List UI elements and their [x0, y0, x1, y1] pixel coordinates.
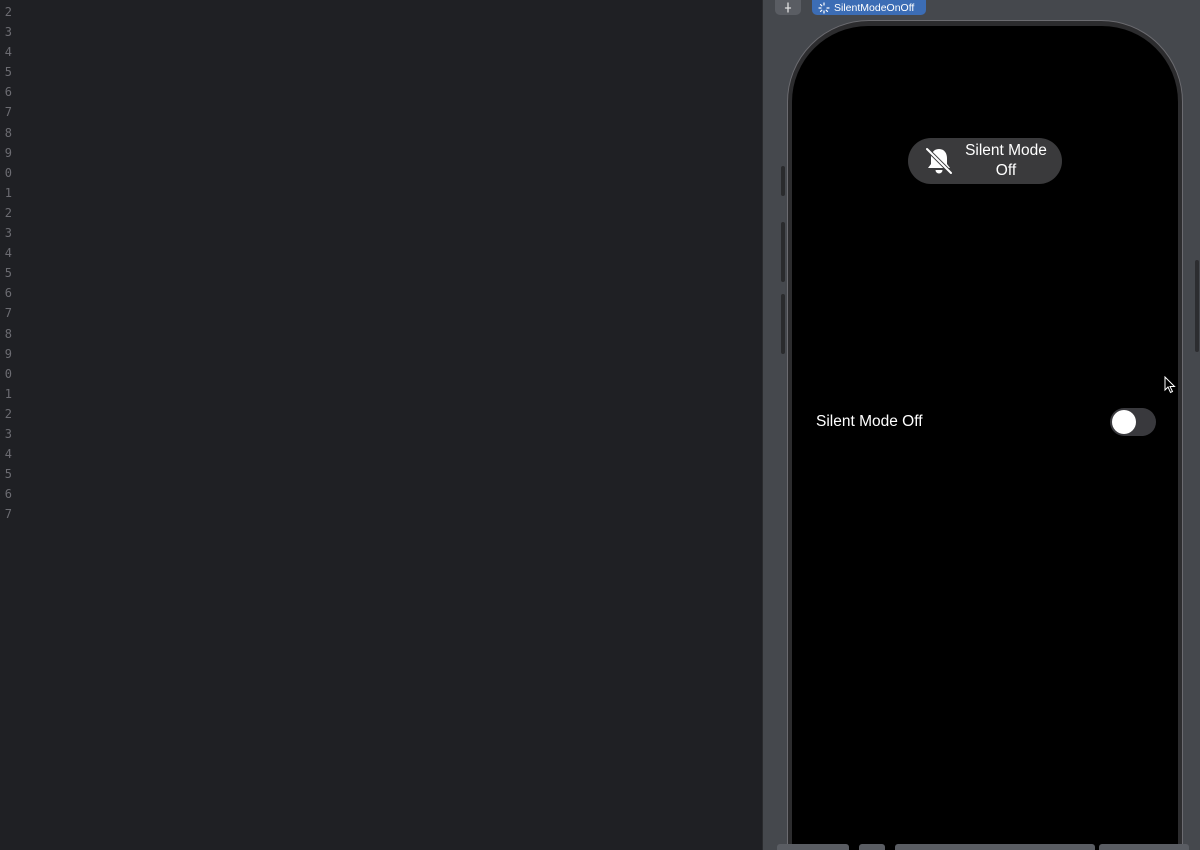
bell-slash-icon	[925, 147, 953, 175]
line-number: 6	[4, 85, 12, 100]
line-number: 2	[4, 5, 12, 19]
silent-mode-toggle[interactable]	[1110, 408, 1156, 436]
device-volume-down-button	[781, 294, 785, 354]
preview-tab-label: SilentModeOnOff	[834, 1, 915, 14]
line-number: 4	[4, 447, 12, 462]
line-number: 6	[4, 286, 12, 301]
line-number: 7	[4, 507, 12, 522]
line-number: 7	[4, 105, 12, 120]
silent-mode-toggle-label: Silent Mode Off	[816, 413, 923, 430]
line-number: 3	[4, 226, 12, 241]
line-number: 1	[4, 185, 12, 200]
silent-mode-pill: Silent Mode Off	[908, 138, 1062, 184]
line-number: 0	[4, 366, 12, 381]
preview-tab-silent-mode[interactable]: SilentModeOnOff	[812, 0, 926, 15]
device-action-button	[781, 166, 785, 196]
line-number: 3	[4, 25, 12, 40]
toolbar-button[interactable]	[895, 844, 1095, 850]
line-number: 3	[4, 426, 12, 441]
device-volume-up-button	[781, 222, 785, 282]
line-number: 8	[4, 125, 12, 140]
pill-text-line1: Silent Mode	[965, 142, 1047, 159]
line-number: 9	[4, 346, 12, 361]
line-number: 4	[4, 45, 12, 60]
line-number: 8	[4, 326, 12, 341]
line-number: 7	[4, 306, 12, 321]
device-screen: Silent Mode Off Silent Mode Off	[792, 26, 1178, 850]
line-number: 5	[4, 266, 12, 281]
line-number: 1	[4, 386, 12, 401]
line-number-gutter: 2 3 4 5 6 7 8 9 0 1 2 3 4 5 6 7 8 9 0 1 …	[0, 2, 12, 524]
line-number: 4	[4, 246, 12, 261]
preview-canvas: SilentModeOnOff Silent Mode Off Silent M…	[762, 0, 1200, 850]
toolbar-button[interactable]	[859, 844, 885, 850]
pill-text-line2: Off	[995, 162, 1017, 179]
pin-icon	[784, 2, 792, 13]
line-number: 5	[4, 65, 12, 80]
mouse-pointer-icon	[1164, 376, 1176, 394]
iphone-device-frame: Silent Mode Off Silent Mode Off	[787, 20, 1183, 850]
pin-preview-button[interactable]	[775, 0, 801, 15]
silent-mode-pill-text: Silent Mode Off	[960, 141, 1052, 181]
toolbar-button[interactable]	[1099, 844, 1189, 850]
toolbar-button[interactable]	[777, 844, 849, 850]
code-editor[interactable]: 2 3 4 5 6 7 8 9 0 1 2 3 4 5 6 7 8 9 0 1 …	[0, 0, 762, 850]
line-number: 6	[4, 487, 12, 502]
toggle-knob	[1112, 410, 1136, 434]
line-number: 2	[4, 205, 12, 220]
live-preview-icon	[818, 1, 830, 14]
preview-scrollbar[interactable]	[1195, 260, 1199, 352]
line-number: 9	[4, 145, 12, 160]
line-number: 0	[4, 165, 12, 180]
preview-bottom-toolbar	[763, 844, 1200, 850]
line-number: 2	[4, 406, 12, 421]
line-number: 5	[4, 467, 12, 482]
